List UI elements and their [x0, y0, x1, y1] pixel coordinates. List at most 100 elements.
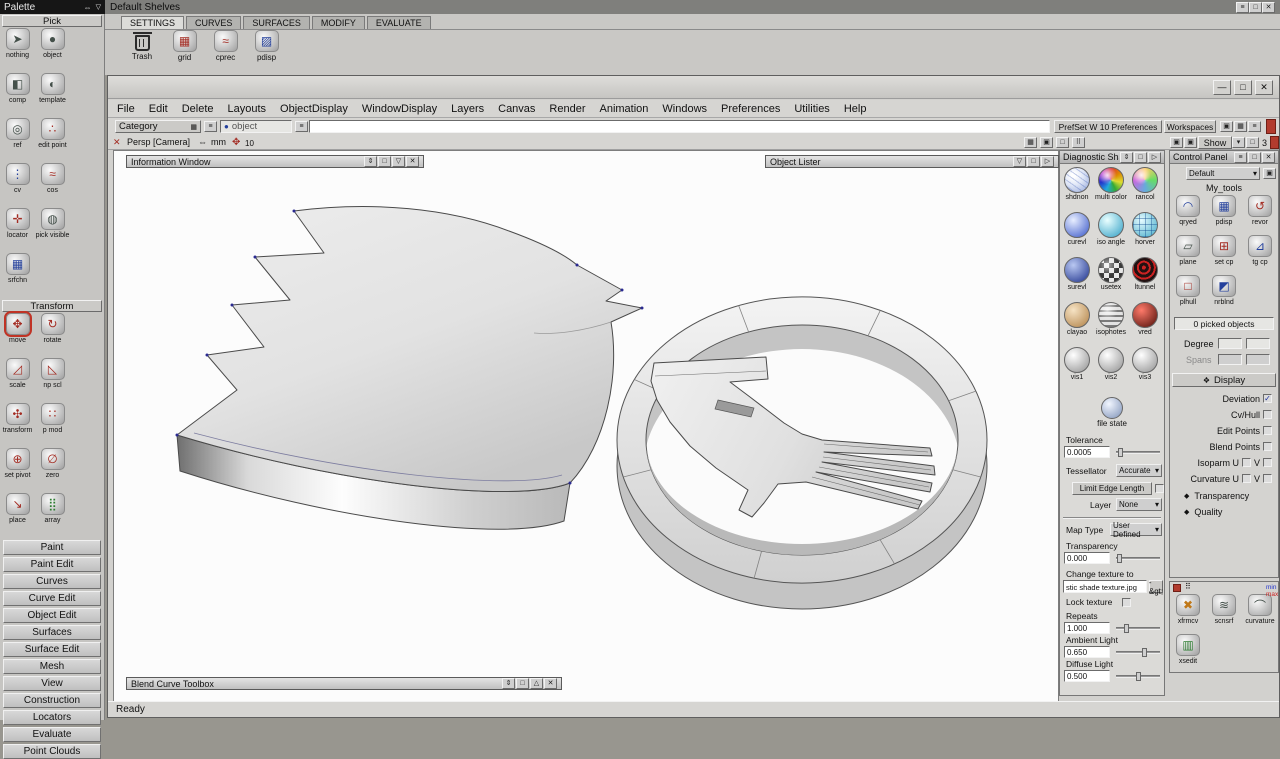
lock-texture-checkbox[interactable]	[1122, 598, 1131, 607]
window-close-button[interactable]: ✕	[1255, 80, 1273, 95]
shader-surevl[interactable]: surevl	[1060, 257, 1094, 302]
bt-tool-curvature[interactable]: min max ⌒ curvature	[1242, 584, 1278, 634]
tool-transform[interactable]: ✣ transform	[0, 403, 35, 448]
palette-button-surface-edit[interactable]: Surface Edit	[3, 642, 101, 657]
menu-edit[interactable]: Edit	[142, 103, 175, 115]
limit-edge-checkbox[interactable]	[1155, 484, 1164, 493]
view-close-icon[interactable]: ✕	[113, 137, 121, 148]
display-section-header[interactable]: ❖ Display	[1172, 373, 1276, 387]
blend-toolbox-titlebar[interactable]: Blend Curve Toolbox ⇕ □ △ ✕	[126, 677, 562, 690]
panel-tag-icon[interactable]	[1173, 584, 1181, 592]
cp-tool-pdisp[interactable]: ▦ pdisp	[1206, 195, 1242, 235]
palette-section-transform[interactable]: Transform	[2, 300, 102, 312]
cp-tool-nrblnd[interactable]: ◩ nrblnd	[1206, 275, 1242, 315]
check-row-cvhull[interactable]: Cv/Hull	[1170, 407, 1278, 422]
shelves-titlebar[interactable]: Default Shelves ≡ □ ✕	[105, 0, 1280, 14]
object-field[interactable]: ● object	[220, 120, 292, 133]
palette-button-paint-edit[interactable]: Paint Edit	[3, 557, 101, 572]
tool-nothing[interactable]: ➤ nothing	[0, 28, 35, 73]
spans-field-2[interactable]	[1246, 354, 1270, 365]
ambient-slider-handle[interactable]	[1142, 648, 1147, 657]
bt-tool-scnsrf[interactable]: ≋ scnsrf	[1206, 594, 1242, 634]
texture-file-input[interactable]: stic shade texture.jpg	[1063, 580, 1147, 593]
palette-titlebar[interactable]: Palette ⇔ ▽	[0, 0, 105, 14]
lister-collapse-icon[interactable]: ▽	[1013, 156, 1026, 167]
diffuse-slider-handle[interactable]	[1136, 672, 1141, 681]
shader-usetex[interactable]: usetex	[1094, 257, 1128, 302]
menu-file[interactable]: File	[110, 103, 142, 115]
view-dots-icon[interactable]: ⠿	[1072, 137, 1085, 148]
texture-browse-button[interactable]: -&gt;	[1149, 578, 1163, 596]
shader-curevl[interactable]: curevl	[1060, 212, 1094, 257]
transparency-slider[interactable]	[1116, 554, 1160, 563]
show-dropdown-icon[interactable]: ▾	[1232, 137, 1245, 148]
tool-zero[interactable]: ∅ zero	[35, 448, 70, 493]
tool-comp[interactable]: ◧ comp	[0, 73, 35, 118]
workspaces-button[interactable]: Workspaces	[1164, 120, 1216, 133]
shader-horver[interactable]: horver	[1128, 212, 1162, 257]
cp-tool-qryed[interactable]: ◠ qryed	[1170, 195, 1206, 235]
shader-vred[interactable]: vred	[1128, 302, 1162, 347]
preset-dropdown[interactable]: Default ▾	[1186, 167, 1260, 180]
blend-maximize-icon[interactable]: □	[516, 678, 529, 689]
menu-help[interactable]: Help	[837, 103, 874, 115]
palette-resize-icon[interactable]: ⇔	[84, 3, 92, 12]
menu-render[interactable]: Render	[542, 103, 592, 115]
cp-tool-plhull[interactable]: □ plhull	[1170, 275, 1206, 315]
lister-expand-icon[interactable]: ▷	[1041, 156, 1054, 167]
edit-points-checkbox[interactable]	[1263, 426, 1272, 435]
bt-tool-xsedit[interactable]: ▥ xsedit	[1170, 634, 1206, 674]
tool-ref[interactable]: ◎ ref	[0, 118, 35, 163]
blend-close-icon[interactable]: ✕	[544, 678, 557, 689]
palette-button-point-clouds[interactable]: Point Clouds	[3, 744, 101, 759]
layout-grid-icon[interactable]: ▦	[1234, 121, 1247, 132]
isoparm-v-checkbox[interactable]	[1263, 458, 1272, 467]
cp-maximize-icon[interactable]: □	[1248, 151, 1261, 163]
tool-template[interactable]: ◐ template	[35, 73, 70, 118]
curvature-v-checkbox[interactable]	[1263, 474, 1272, 483]
transparency-slider-handle[interactable]	[1117, 554, 1122, 563]
category-dropdown[interactable]: Category ▦	[115, 120, 201, 133]
tolerance-input[interactable]: 0.0005	[1064, 446, 1110, 458]
degree-field-2[interactable]	[1246, 338, 1270, 349]
transparency-input[interactable]: 0.000	[1064, 552, 1110, 564]
prompt-history-icon[interactable]: ≡	[295, 121, 308, 132]
shelf-tool-pdisp[interactable]: ▨ pdisp	[249, 30, 284, 75]
palette-button-curves[interactable]: Curves	[3, 574, 101, 589]
bird-model[interactable]	[175, 206, 644, 530]
menu-utilities[interactable]: Utilities	[787, 103, 836, 115]
my-tools-tab[interactable]: My_tools	[1170, 183, 1278, 193]
tool-cv[interactable]: ⋮ cv	[0, 163, 35, 208]
isoparm-u-checkbox[interactable]	[1241, 458, 1251, 467]
menu-objectdisplay[interactable]: ObjectDisplay	[273, 103, 355, 115]
tool-srfchn[interactable]: ▦ srfchn	[0, 253, 35, 298]
bt-tool-xfrmcv[interactable]: ✖ xfrmcv	[1170, 594, 1206, 634]
diag-maximize-icon[interactable]: □	[1134, 151, 1147, 163]
blend-points-checkbox[interactable]	[1263, 442, 1272, 451]
cp-tool-revor[interactable]: ↺ revor	[1242, 195, 1278, 235]
tool-pick-visible[interactable]: ◍ pick visible	[35, 208, 70, 253]
control-panel-header[interactable]: Control Panel ≡ □ ✕	[1170, 151, 1278, 164]
tool-scale[interactable]: ◿ scale	[0, 358, 35, 403]
view-grid-icon[interactable]: ▦	[1024, 137, 1037, 148]
tool-p-mod[interactable]: ∷ p mod	[35, 403, 70, 448]
palette-button-mesh[interactable]: Mesh	[3, 659, 101, 674]
command-input[interactable]	[309, 120, 1050, 133]
cvhull-checkbox[interactable]	[1263, 410, 1272, 419]
check-row-deviation[interactable]: Deviation ✓	[1170, 391, 1278, 406]
tool-locator[interactable]: ✛ locator	[0, 208, 35, 253]
diffuse-slider[interactable]	[1116, 672, 1160, 681]
info-close-icon[interactable]: ✕	[406, 156, 419, 167]
shelves-menu-icon[interactable]: ≡	[1236, 1, 1249, 13]
manipulator-icon[interactable]: ✥	[232, 137, 240, 148]
degree-field-1[interactable]	[1218, 338, 1242, 349]
preset-box-icon[interactable]: ▣	[1263, 168, 1276, 179]
diagnostic-shade-header[interactable]: Diagnostic Shade ⇕ □ ▷	[1060, 151, 1164, 164]
palette-button-construction[interactable]: Construction	[3, 693, 101, 708]
tool-cos[interactable]: ≈ cos	[35, 163, 70, 208]
tool-rotate[interactable]: ↻ rotate	[35, 313, 70, 358]
cp-close-icon[interactable]: ✕	[1262, 151, 1275, 163]
palette-section-pick[interactable]: Pick	[2, 15, 102, 27]
palette-button-object-edit[interactable]: Object Edit	[3, 608, 101, 623]
menu-delete[interactable]: Delete	[175, 103, 221, 115]
